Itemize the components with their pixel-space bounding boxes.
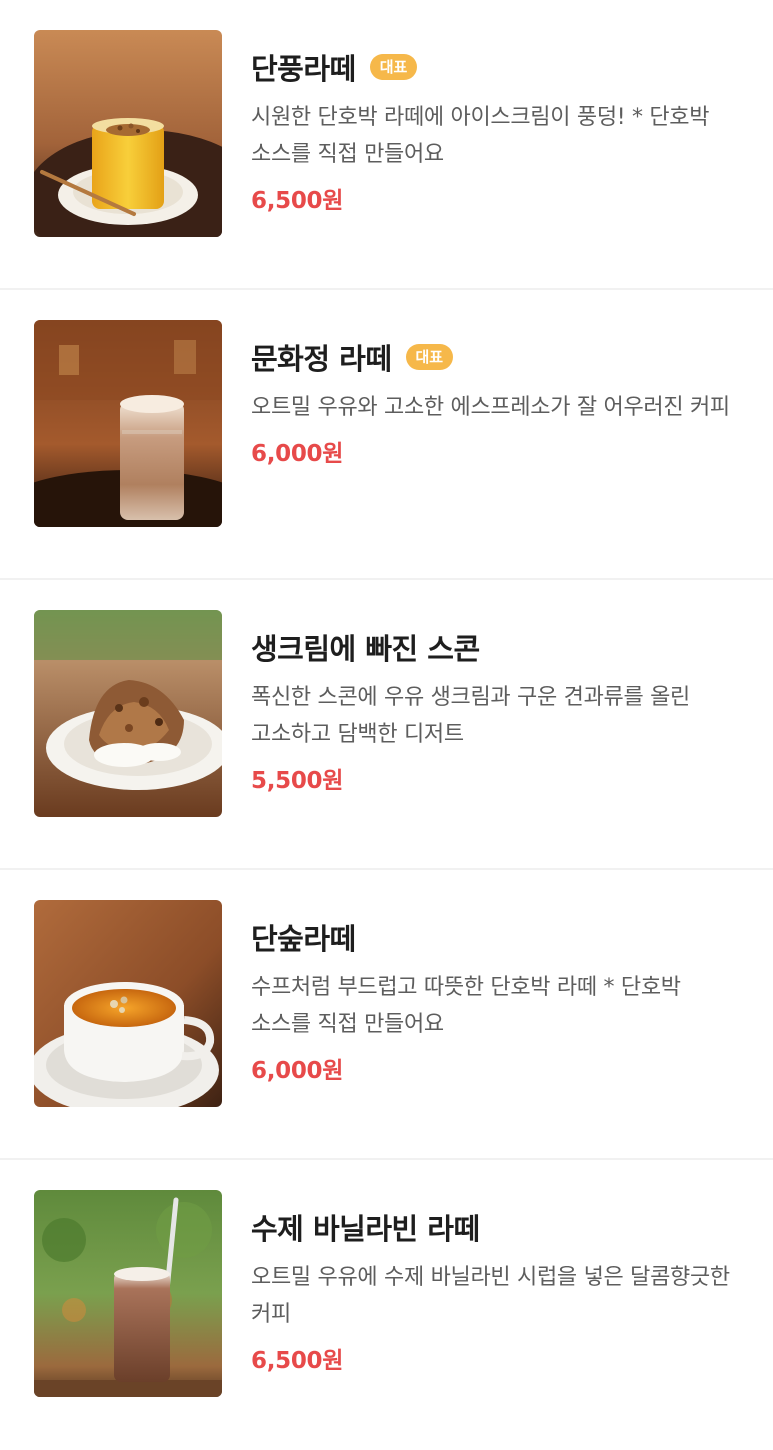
menu-item-name: 단풍라떼 bbox=[251, 52, 356, 86]
title-row: 생크림에 빠진 스콘 bbox=[251, 627, 746, 667]
menu-item-info: 문화정 라떼 대표 오트밀 우유와 고소한 에스프레소가 잘 어우러진 커피 6… bbox=[251, 337, 746, 468]
menu-item-vanilla-bean-latte[interactable]: 수제 바닐라빈 라떼 오트밀 우유에 수제 바닐라빈 시럽을 넣은 달콤향긋한 … bbox=[0, 1160, 773, 1450]
menu-item-description: 수프처럼 부드럽고 따뜻한 단호박 라떼 * 단호박 소스를 직접 만들어요 bbox=[251, 975, 681, 1037]
menu-item-name: 문화정 라떼 bbox=[251, 342, 392, 376]
menu-item-price: 6,500원 bbox=[251, 1348, 344, 1374]
pumpkin-latte-photo bbox=[34, 30, 222, 237]
menu-item-info: 수제 바닐라빈 라떼 오트밀 우유에 수제 바닐라빈 시럽을 넣은 달콤향긋한 … bbox=[251, 1207, 746, 1375]
menu-item-description: 폭신한 스콘에 우유 생크림과 구운 견과류를 올린 고소하고 담백한 디저트 bbox=[251, 685, 690, 747]
menu-item-price: 6,000원 bbox=[251, 441, 344, 467]
title-row: 수제 바닐라빈 라떼 bbox=[251, 1207, 746, 1247]
signature-badge: 대표 bbox=[369, 54, 418, 80]
oat-latte-photo bbox=[34, 320, 222, 527]
menu-item-name: 수제 바닐라빈 라떼 bbox=[251, 1212, 480, 1246]
menu-item-cream-scone[interactable]: 생크림에 빠진 스콘 폭신한 스콘에 우유 생크림과 구운 견과류를 올린 고소… bbox=[0, 580, 773, 870]
menu-item-description: 오트밀 우유에 수제 바닐라빈 시럽을 넣은 달콤향긋한 커피 bbox=[251, 1265, 730, 1327]
menu-item-description: 시원한 단호박 라떼에 아이스크림이 풍덩! * 단호박 소스를 직접 만들어요 bbox=[251, 105, 710, 167]
menu-list: 단풍라떼 대표 시원한 단호박 라떼에 아이스크림이 풍덩! * 단호박 소스를… bbox=[0, 0, 773, 1450]
menu-item-price: 6,500원 bbox=[251, 188, 344, 214]
menu-item-info: 단풍라떼 대표 시원한 단호박 라떼에 아이스크림이 풍덩! * 단호박 소스를… bbox=[251, 47, 746, 215]
hot-pumpkin-latte-photo bbox=[34, 900, 222, 1107]
menu-item-info: 단숲라떼 수프처럼 부드럽고 따뜻한 단호박 라떼 * 단호박 소스를 직접 만… bbox=[251, 917, 746, 1085]
menu-item-dan-pung-latte[interactable]: 단풍라떼 대표 시원한 단호박 라떼에 아이스크림이 풍덩! * 단호박 소스를… bbox=[0, 0, 773, 290]
menu-item-name: 생크림에 빠진 스콘 bbox=[251, 632, 480, 666]
signature-badge: 대표 bbox=[405, 344, 454, 370]
menu-item-munhwajeong-latte[interactable]: 문화정 라떼 대표 오트밀 우유와 고소한 에스프레소가 잘 어우러진 커피 6… bbox=[0, 290, 773, 580]
menu-item-price: 5,500원 bbox=[251, 768, 344, 794]
title-row: 단풍라떼 대표 bbox=[251, 47, 746, 87]
menu-item-dan-sup-latte[interactable]: 단숲라떼 수프처럼 부드럽고 따뜻한 단호박 라떼 * 단호박 소스를 직접 만… bbox=[0, 870, 773, 1160]
title-row: 문화정 라떼 대표 bbox=[251, 337, 746, 377]
menu-item-name: 단숲라떼 bbox=[251, 922, 356, 956]
menu-item-info: 생크림에 빠진 스콘 폭신한 스콘에 우유 생크림과 구운 견과류를 올린 고소… bbox=[251, 627, 746, 795]
menu-item-description: 오트밀 우유와 고소한 에스프레소가 잘 어우러진 커피 bbox=[251, 395, 730, 420]
title-row: 단숲라떼 bbox=[251, 917, 746, 957]
vanilla-latte-photo bbox=[34, 1190, 222, 1397]
menu-item-price: 6,000원 bbox=[251, 1058, 344, 1084]
scone-photo bbox=[34, 610, 222, 817]
